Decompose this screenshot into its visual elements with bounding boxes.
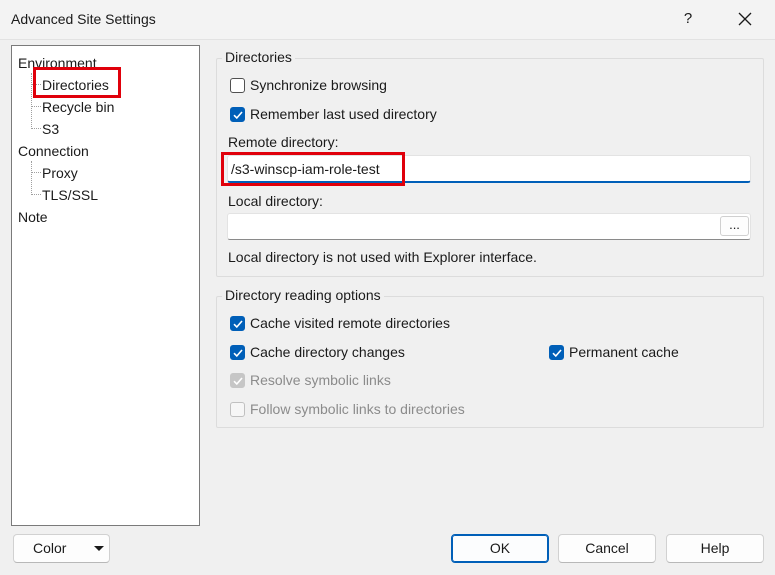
tree-connector (31, 73, 32, 129)
ok-button[interactable]: OK (451, 534, 549, 563)
cache-changes-checkbox[interactable] (230, 345, 245, 360)
tree-item-s3[interactable]: S3 (42, 120, 59, 138)
resolve-links-checkbox (230, 373, 245, 388)
title-bar: Advanced Site Settings ? (0, 0, 775, 40)
tree-item-connection[interactable]: Connection (18, 142, 89, 160)
checkmark-icon (233, 377, 243, 386)
checkmark-icon (552, 349, 562, 358)
sync-browsing-label[interactable]: Synchronize browsing (250, 77, 387, 93)
checkmark-icon (233, 111, 243, 120)
permanent-cache-label[interactable]: Permanent cache (569, 344, 679, 360)
tree-connector (31, 194, 41, 195)
help-button[interactable]: Help (666, 534, 764, 563)
directories-group-title: Directories (222, 49, 295, 65)
color-button-label: Color (33, 540, 67, 556)
tree-item-recycle-bin[interactable]: Recycle bin (42, 98, 114, 116)
highlight-box (221, 152, 405, 186)
tree-item-note[interactable]: Note (18, 208, 48, 226)
cache-changes-label[interactable]: Cache directory changes (250, 344, 405, 360)
follow-links-checkbox (230, 402, 245, 417)
settings-tree: Environment Directories Recycle bin S3 C… (11, 45, 200, 526)
window-title: Advanced Site Settings (11, 11, 156, 27)
tree-connector (31, 161, 32, 195)
tree-item-proxy[interactable]: Proxy (42, 164, 78, 182)
tree-connector (31, 128, 41, 129)
tree-item-directories[interactable]: Directories (42, 76, 109, 94)
cancel-button[interactable]: Cancel (558, 534, 656, 563)
checkmark-icon (233, 320, 243, 329)
close-icon (738, 12, 752, 26)
checkmark-icon (233, 349, 243, 358)
tree-connector (31, 172, 41, 173)
cache-visited-label[interactable]: Cache visited remote directories (250, 315, 450, 331)
follow-links-label: Follow symbolic links to directories (250, 401, 465, 417)
close-button[interactable] (729, 4, 761, 34)
color-button[interactable]: Color (13, 534, 110, 563)
local-directory-note: Local directory is not used with Explore… (228, 249, 537, 265)
remote-directory-label: Remote directory: (228, 134, 339, 150)
browse-button[interactable]: ... (720, 216, 749, 236)
cache-visited-checkbox[interactable] (230, 316, 245, 331)
reading-options-group-title: Directory reading options (222, 287, 384, 303)
local-directory-label: Local directory: (228, 193, 323, 209)
local-directory-input[interactable] (227, 213, 751, 240)
tree-item-tls-ssl[interactable]: TLS/SSL (42, 186, 98, 204)
dropdown-arrow-icon (94, 546, 104, 551)
help-icon[interactable]: ? (676, 8, 700, 32)
resolve-links-label: Resolve symbolic links (250, 372, 391, 388)
permanent-cache-checkbox[interactable] (549, 345, 564, 360)
remember-last-label[interactable]: Remember last used directory (250, 106, 437, 122)
tree-connector (31, 106, 41, 107)
remember-last-checkbox[interactable] (230, 107, 245, 122)
sync-browsing-checkbox[interactable] (230, 78, 245, 93)
